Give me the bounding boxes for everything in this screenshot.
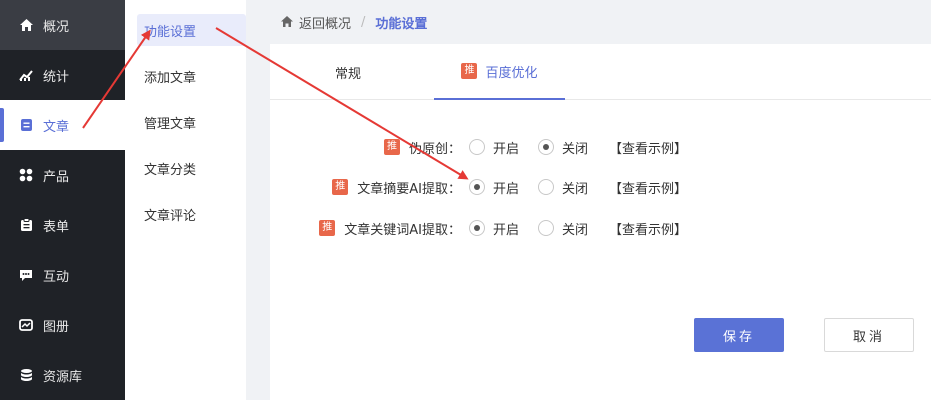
setting-label-text: 文章摘要AI提取：: [357, 181, 461, 197]
radio-circle[interactable]: [469, 179, 485, 195]
radio-label: 开启: [493, 181, 520, 197]
radio-circle[interactable]: [469, 139, 485, 155]
save-button[interactable]: 保存: [694, 318, 784, 352]
layout-gap: [246, 0, 270, 400]
chart-icon: [18, 67, 34, 83]
home-icon[interactable]: [280, 15, 294, 29]
radio-off[interactable]: 关闭: [538, 219, 588, 238]
sidebar-item-label: 表单: [43, 219, 70, 235]
breadcrumb: 返回概况 / 功能设置: [270, 0, 931, 44]
radio-label: 开启: [493, 222, 520, 238]
sidebar-item-label: 互动: [43, 269, 70, 285]
radio-on[interactable]: 开启: [469, 138, 519, 157]
tab-baidu-seo[interactable]: 推 百度优化: [434, 44, 565, 100]
sidebar-item-resources[interactable]: 资源库: [0, 350, 125, 400]
submenu-item-add-article[interactable]: 添加文章: [137, 60, 246, 92]
sidebar-item-form[interactable]: 表单: [0, 200, 125, 250]
setting-label-text: 文章关键词AI提取：: [344, 222, 461, 238]
home-icon: [18, 17, 34, 33]
article-icon: [18, 117, 34, 133]
setting-row-keyword-ai: 推 文章关键词AI提取： 开启 关闭 【查看示例】: [270, 216, 931, 240]
breadcrumb-separator: /: [361, 14, 366, 30]
setting-label: 推 伪原创：: [383, 138, 461, 157]
submenu-item-category[interactable]: 文章分类: [137, 152, 246, 184]
radio-label: 关闭: [562, 181, 589, 197]
sidebar-item-label: 资源库: [43, 369, 83, 385]
sidebar-item-label: 文章: [43, 119, 70, 135]
sidebar-item-article[interactable]: 文章: [0, 100, 125, 150]
radio-circle[interactable]: [538, 220, 554, 236]
recommend-badge: 推: [383, 139, 400, 155]
radio-circle[interactable]: [538, 179, 554, 195]
submenu-item-settings[interactable]: 功能设置: [137, 14, 246, 46]
view-example-link[interactable]: 【查看示例】: [609, 138, 687, 157]
recommend-badge: 推: [461, 63, 478, 79]
radio-on[interactable]: 开启: [469, 178, 519, 197]
sidebar-item-gallery[interactable]: 图册: [0, 300, 125, 350]
grid-icon: [18, 167, 34, 183]
radio-circle[interactable]: [538, 139, 554, 155]
main-panel: 返回概况 / 功能设置 常规 推 百度优化 推 伪原创： 开启 关闭 【查看示例…: [270, 0, 931, 400]
submenu-item-comments[interactable]: 文章评论: [137, 198, 246, 230]
tab-label: 常规: [334, 66, 361, 82]
sidebar-item-interact[interactable]: 互动: [0, 250, 125, 300]
database-icon: [18, 367, 34, 383]
radio-off[interactable]: 关闭: [538, 138, 588, 157]
setting-row-pseudo-original: 推 伪原创： 开启 关闭 【查看示例】: [270, 135, 931, 159]
clipboard-icon: [18, 217, 34, 233]
sidebar-item-label: 统计: [43, 69, 70, 85]
radio-off[interactable]: 关闭: [538, 178, 588, 197]
setting-label: 推 文章摘要AI提取：: [332, 178, 461, 197]
sidebar-item-label: 产品: [43, 169, 70, 185]
setting-row-summary-ai: 推 文章摘要AI提取： 开启 关闭 【查看示例】: [270, 175, 931, 199]
sidebar-item-product[interactable]: 产品: [0, 150, 125, 200]
setting-label: 推 文章关键词AI提取：: [319, 219, 461, 238]
recommend-badge: 推: [332, 179, 349, 195]
article-submenu: 功能设置 添加文章 管理文章 文章分类 文章评论: [125, 0, 246, 400]
sidebar-item-stats[interactable]: 统计: [0, 50, 125, 100]
sidebar-item-overview[interactable]: 概况: [0, 0, 125, 50]
setting-label-text: 伪原创：: [408, 141, 461, 157]
breadcrumb-current: 功能设置: [375, 16, 428, 32]
main-sidebar: 概况 统计 文章 产品 表单 互动 图册 资源库: [0, 0, 125, 400]
sidebar-item-label: 图册: [43, 319, 70, 335]
chat-icon: [18, 267, 34, 283]
radio-label: 关闭: [562, 141, 589, 157]
breadcrumb-back-link[interactable]: 返回概况: [299, 13, 351, 32]
view-example-link[interactable]: 【查看示例】: [609, 219, 687, 238]
submenu-item-manage-article[interactable]: 管理文章: [137, 106, 246, 138]
recommend-badge: 推: [319, 220, 336, 236]
view-example-link[interactable]: 【查看示例】: [609, 178, 687, 197]
radio-label: 关闭: [562, 222, 589, 238]
tab-label: 百度优化: [485, 65, 538, 81]
tab-bar: 常规 推 百度优化: [270, 44, 931, 100]
cancel-button[interactable]: 取消: [824, 318, 914, 352]
tab-general[interactable]: 常规: [292, 44, 404, 100]
image-icon: [18, 317, 34, 333]
radio-on[interactable]: 开启: [469, 219, 519, 238]
radio-label: 开启: [493, 141, 520, 157]
sidebar-item-label: 概况: [43, 19, 70, 35]
radio-circle[interactable]: [469, 220, 485, 236]
